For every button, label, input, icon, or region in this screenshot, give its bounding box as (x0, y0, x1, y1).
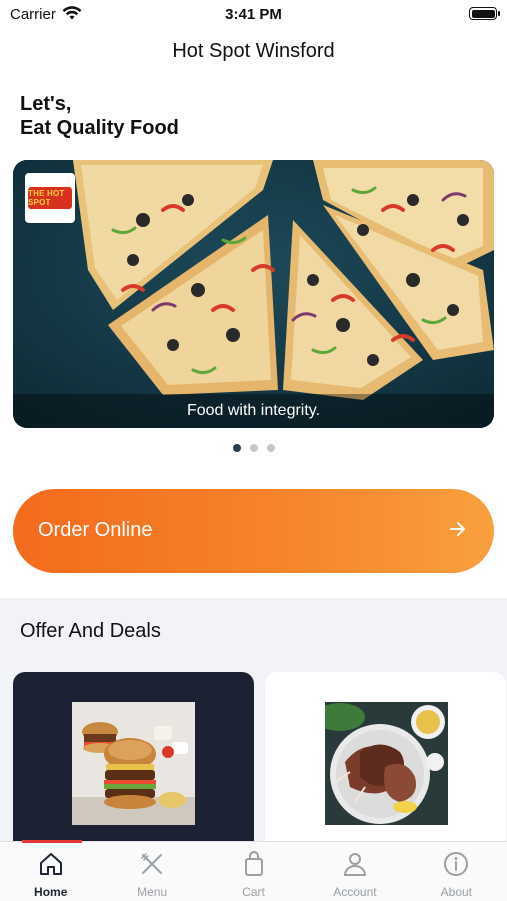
tab-menu-label: Menu (137, 885, 168, 899)
tab-home-label: Home (34, 885, 68, 899)
page-title: Hot Spot Winsford (172, 40, 335, 62)
tab-about[interactable]: About (406, 842, 507, 901)
order-online-label: Order Online (38, 519, 153, 541)
cutlery-icon (141, 853, 163, 874)
offers-section: Offer And Deals (0, 598, 507, 852)
offers-title: Offer And Deals (20, 620, 161, 642)
info-icon (444, 852, 469, 876)
steak-photo (325, 702, 448, 825)
restaurant-logo: THE HOT SPOT (25, 173, 75, 223)
offer-card-steak[interactable] (265, 672, 506, 852)
order-online-button[interactable]: Order Online (13, 489, 494, 573)
carousel-dot-3[interactable] (266, 444, 275, 452)
burger-photo (72, 702, 195, 825)
user-icon (343, 853, 366, 876)
bag-icon (244, 851, 263, 876)
offer-card-burger[interactable] (13, 672, 254, 852)
tab-menu[interactable]: Menu (101, 842, 202, 901)
carousel-dot-2[interactable] (249, 444, 258, 452)
arrow-right-icon (450, 522, 465, 536)
home-icon (39, 853, 62, 875)
restaurant-logo-mark: THE HOT SPOT (28, 187, 72, 209)
tab-active-indicator (22, 840, 82, 843)
banner-carousel[interactable]: THE HOT SPOT Food with integrity. (13, 160, 494, 428)
carousel-dot-1[interactable] (232, 444, 241, 452)
hero-heading: Let's, Eat Quality Food (20, 92, 179, 140)
status-bar: Carrier 3:41 PM (0, 0, 507, 30)
status-time: 3:41 PM (225, 6, 282, 23)
carousel-pagination (0, 444, 507, 452)
tab-bar: Home Menu Cart Account About (0, 840, 507, 901)
tab-account[interactable]: Account (304, 842, 405, 901)
pizza-banner-image (13, 160, 494, 428)
tab-cart[interactable]: Cart (203, 842, 304, 901)
tab-cart-label: Cart (242, 885, 265, 899)
banner-caption: Food with integrity. (13, 394, 494, 428)
battery-icon (469, 7, 500, 20)
tab-about-label: About (440, 885, 472, 899)
tab-account-label: Account (333, 885, 377, 899)
hero-line-1: Let's, (20, 93, 72, 115)
hero-line-2: Eat Quality Food (20, 117, 179, 139)
tab-home[interactable]: Home (0, 840, 101, 901)
